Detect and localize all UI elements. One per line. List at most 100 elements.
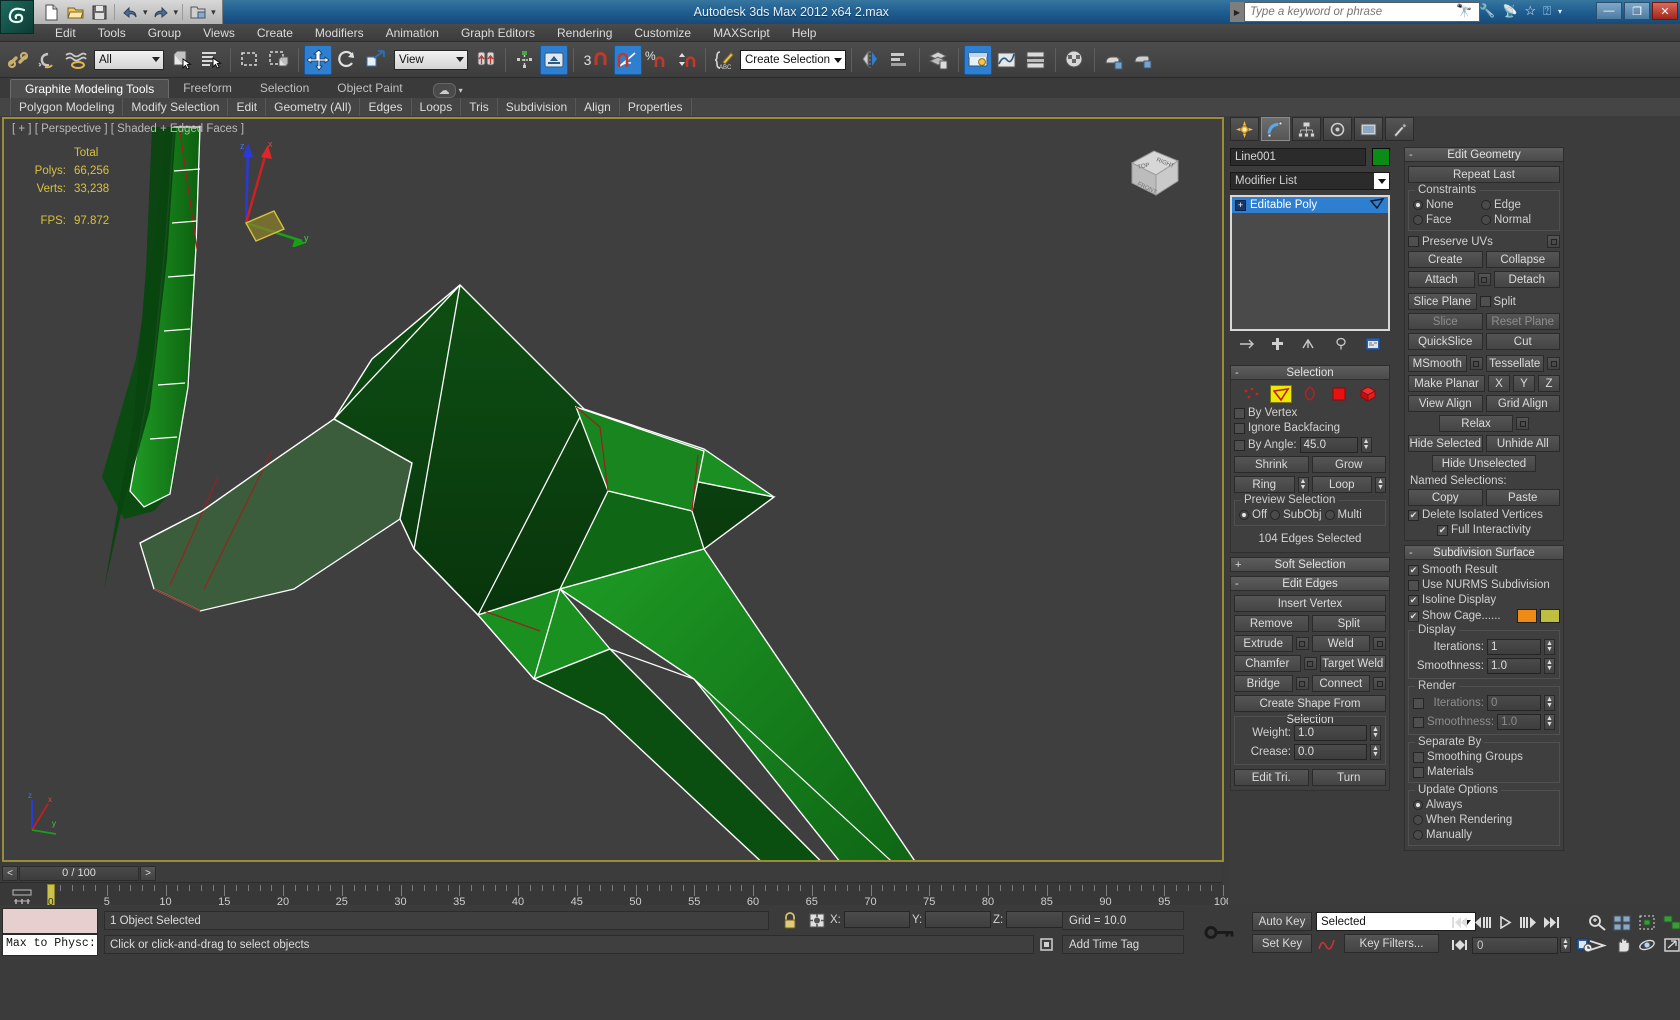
unlink-selection-icon[interactable] (33, 45, 61, 75)
constraint-none-radio[interactable] (1413, 200, 1423, 210)
current-frame-spinner[interactable]: ▲ ▼ (1560, 937, 1571, 953)
collapse-button[interactable]: Collapse (1485, 251, 1560, 268)
create-shape-from-selection-button[interactable]: Create Shape From Selection (1234, 695, 1386, 726)
menu-item-rendering[interactable]: Rendering (546, 24, 623, 42)
create-button[interactable]: Create (1408, 251, 1483, 268)
make-planar-x-button[interactable]: X (1488, 375, 1510, 392)
help-question-icon[interactable]: ⍰ (1543, 3, 1551, 19)
msmooth-settings-button[interactable] (1469, 357, 1483, 370)
extrude-settings-button[interactable] (1295, 637, 1309, 650)
update-manually-radio[interactable] (1413, 830, 1423, 840)
perspective-viewport[interactable]: z x y [ + ] [ Perspective ] [ Shaded + E… (2, 117, 1224, 862)
ribbon-subtab-subdivision[interactable]: Subdivision (498, 98, 577, 116)
smoothing-groups-checkbox[interactable] (1413, 751, 1424, 763)
reset-plane-button[interactable]: Reset Plane (1485, 313, 1560, 330)
constraint-edge-radio[interactable] (1481, 200, 1491, 210)
display-iterations-value[interactable]: 1 (1487, 639, 1541, 655)
grow-button[interactable]: Grow (1311, 456, 1386, 473)
set-key-button[interactable]: Set Key (1252, 934, 1312, 953)
split-button[interactable]: Split (1311, 615, 1386, 632)
select-and-move-icon[interactable] (304, 44, 332, 75)
undo-icon[interactable] (119, 2, 141, 22)
isoline-display-row[interactable]: Isoline Display (1408, 594, 1560, 606)
copy-button[interactable]: Copy (1408, 489, 1483, 506)
search-input[interactable] (1244, 2, 1480, 22)
cut-button[interactable]: Cut (1485, 333, 1560, 350)
ring-button[interactable]: Ring (1234, 476, 1295, 493)
minimize-button[interactable]: — (1596, 2, 1622, 20)
bridge-settings-button[interactable] (1295, 677, 1309, 690)
delete-isolated-row[interactable]: Delete Isolated Vertices (1408, 509, 1560, 521)
menu-item-help[interactable]: Help (781, 24, 828, 42)
materials-checkbox[interactable] (1413, 766, 1424, 778)
qat-dropdown-arrow[interactable]: ▾ (211, 7, 216, 18)
modifier-stack[interactable]: + Editable Poly (1230, 195, 1390, 331)
polygon-icon[interactable] (1328, 385, 1350, 403)
make-planar-button[interactable]: Make Planar (1408, 375, 1485, 392)
rollout-selection-header[interactable]: - Selection (1230, 365, 1390, 380)
ribbon-subtab-edit[interactable]: Edit (228, 98, 267, 116)
pin-stack-icon[interactable] (1239, 337, 1254, 354)
loop-spinner[interactable]: ▲ ▼ (1375, 476, 1386, 493)
save-file-icon[interactable] (88, 2, 110, 22)
menu-item-create[interactable]: Create (246, 24, 304, 42)
absolute-relative-transform-icon[interactable] (808, 912, 826, 932)
rollout-edit-geometry-header[interactable]: - Edit Geometry (1404, 147, 1564, 162)
render-smoothness-spinner[interactable]: ▲ ▼ (1544, 714, 1555, 730)
select-and-rotate-icon[interactable] (333, 45, 361, 75)
slice-plane-button[interactable]: Slice Plane (1408, 293, 1477, 310)
menu-item-animation[interactable]: Animation (375, 24, 450, 42)
grid-align-button[interactable]: Grid Align (1485, 395, 1560, 412)
view-align-button[interactable]: View Align (1408, 395, 1483, 412)
wrench-icon[interactable]: 🔧 (1479, 3, 1495, 19)
set-key-filters-curve-icon[interactable] (1316, 934, 1338, 953)
crease-value[interactable]: 0.0 (1294, 744, 1367, 760)
show-cage-color-2-swatch[interactable] (1540, 609, 1560, 623)
zoom-icon[interactable] (1586, 912, 1608, 932)
isoline-display-checkbox[interactable] (1408, 594, 1419, 606)
key-filters-button[interactable]: Key Filters... (1344, 934, 1439, 953)
modifier-list-combo[interactable]: Modifier List (1230, 172, 1390, 190)
search-box[interactable]: ▶ (1230, 2, 1480, 22)
select-by-name-icon[interactable] (197, 45, 225, 75)
time-slider-next-button[interactable]: > (140, 865, 156, 881)
window-crossing-toggle-icon[interactable] (265, 45, 293, 75)
by-vertex-row[interactable]: By Vertex (1234, 407, 1386, 419)
next-frame-icon[interactable] (1517, 912, 1539, 932)
attach-settings-button[interactable] (1477, 273, 1491, 286)
maxscript-entry-field[interactable]: Max to Physc: (2, 934, 98, 956)
configure-modifier-sets-icon[interactable] (1365, 337, 1381, 354)
favorites-star-icon[interactable]: ☆ (1525, 3, 1537, 19)
ribbon-subtab-align[interactable]: Align (576, 98, 620, 116)
rectangular-selection-region-icon[interactable] (236, 45, 264, 75)
transform-gizmo-icon[interactable]: z x y (232, 137, 312, 247)
update-always-row[interactable]: Always (1413, 799, 1555, 811)
hide-unselected-button[interactable]: Hide Unselected (1432, 455, 1536, 472)
menu-item-maxscript[interactable]: MAXScript (702, 24, 781, 42)
time-slider[interactable]: < 0 / 100 > (0, 864, 1222, 882)
key-mode-toggle-icon[interactable] (1196, 912, 1244, 952)
detach-button[interactable]: Detach (1493, 271, 1560, 288)
weld-button[interactable]: Weld (1311, 635, 1370, 652)
menu-item-views[interactable]: Views (192, 24, 246, 42)
use-pivot-point-center-icon[interactable] (472, 45, 500, 75)
weld-settings-button[interactable] (1373, 637, 1386, 650)
edit-tri-button[interactable]: Edit Tri. (1234, 769, 1309, 786)
time-slider-prev-button[interactable]: < (2, 865, 18, 881)
lock-selection-icon[interactable] (782, 912, 798, 932)
msmooth-button[interactable]: MSmooth (1408, 355, 1467, 372)
menu-item-edit[interactable]: Edit (44, 24, 87, 42)
redo-dropdown-arrow[interactable]: ▾ (174, 7, 179, 18)
render-smoothness-checkbox[interactable] (1413, 716, 1424, 728)
viewcube-icon[interactable]: TOP RIGHT FRONT (1124, 143, 1186, 201)
target-weld-button[interactable]: Target Weld (1319, 655, 1386, 672)
hierarchy-tab-icon[interactable] (1292, 117, 1321, 141)
render-smoothness-value[interactable]: 1.0 (1497, 714, 1541, 730)
maximize-button[interactable]: ❐ (1624, 2, 1650, 20)
ribbon-subtab-properties[interactable]: Properties (620, 98, 692, 116)
isolate-selection-toggle-icon[interactable] (1038, 936, 1055, 956)
key-mode-navigate-icon[interactable] (1448, 935, 1470, 955)
zoom-all-icon[interactable] (1611, 912, 1633, 932)
curve-editor-icon[interactable] (993, 45, 1021, 75)
quickslice-button[interactable]: QuickSlice (1408, 333, 1483, 350)
